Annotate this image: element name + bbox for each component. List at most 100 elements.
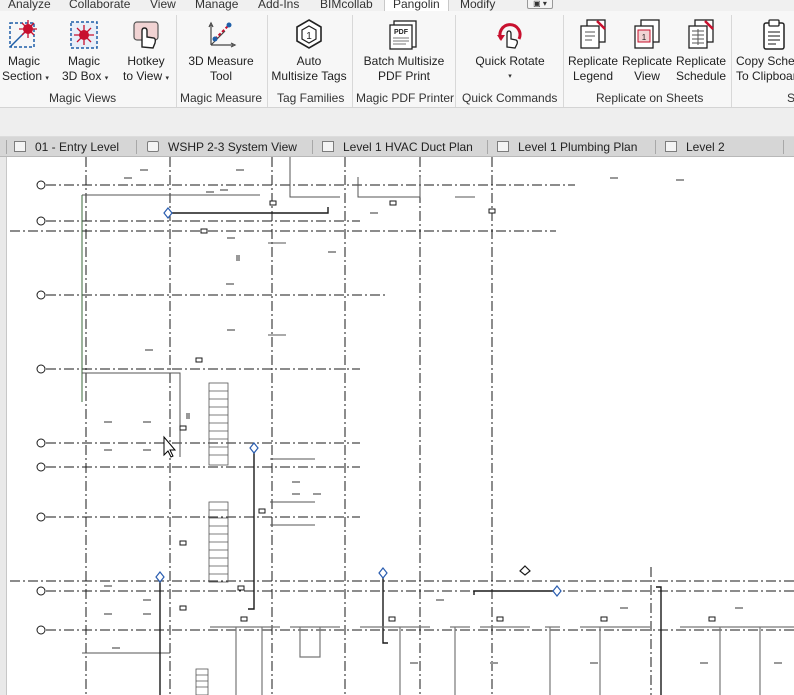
magic-section-button[interactable]: Magic Section ▾ (2, 17, 49, 86)
replicate-view-label-2: View (634, 69, 660, 83)
duct-marker-icon[interactable] (249, 442, 259, 454)
tag-box[interactable] (240, 616, 248, 622)
3d-measure-tool-button[interactable]: 3D Measure Tool (186, 17, 256, 84)
grid-bubble[interactable] (36, 462, 46, 472)
wall-line[interactable] (289, 157, 340, 198)
duct-marker-icon[interactable] (552, 585, 562, 597)
replicate-schedule-button[interactable]: Replicate Schedule (674, 17, 728, 84)
batch-pdf-print-icon: PDF (389, 20, 417, 50)
tag-box[interactable] (179, 540, 187, 546)
auto-multisize-tags-icon: 1 (296, 19, 322, 49)
tab-modify[interactable]: Modify (460, 0, 495, 11)
grid-bubble[interactable] (36, 364, 46, 374)
floor-plan-icon (497, 141, 509, 152)
tab-divider (487, 140, 488, 154)
tab-view[interactable]: View (150, 0, 176, 11)
tag-box[interactable] (179, 425, 187, 431)
duct-run[interactable] (168, 207, 329, 214)
view-tab-entry-level[interactable]: 01 - Entry Level (14, 137, 119, 156)
svg-text:1: 1 (306, 31, 312, 42)
grid-bubble[interactable] (36, 625, 46, 635)
grid-bubble[interactable] (36, 290, 46, 300)
group-divider (455, 15, 456, 107)
wall-line[interactable] (357, 177, 421, 198)
view-tab-hvac-duct-plan[interactable]: Level 1 HVAC Duct Plan (322, 137, 473, 156)
tab-collaborate[interactable]: Collaborate (69, 0, 130, 11)
duct-marker-icon[interactable] (163, 207, 173, 219)
group-label-magic-measure: Magic Measure (180, 91, 263, 105)
view-tab-plumbing-plan[interactable]: Level 1 Plumbing Plan (497, 137, 637, 156)
floor-plan-drawing[interactable] (0, 157, 794, 695)
tag-box[interactable] (179, 605, 187, 611)
view-tab-level-2[interactable]: Level 2 (665, 137, 725, 156)
duct-run[interactable] (382, 573, 388, 644)
duct-run[interactable] (473, 590, 557, 595)
floor-plan-icon (14, 141, 26, 152)
batch-pdf-print-button[interactable]: PDF Batch Multisize PDF Print (360, 17, 448, 84)
grid-bubble[interactable] (36, 180, 46, 190)
tab-pangolin[interactable]: Pangolin (384, 0, 449, 11)
drawing-canvas[interactable] (0, 157, 794, 695)
hotkey-to-view-button[interactable]: Hotkey to View ▾ (120, 17, 172, 86)
replicate-schedule-label-2: Schedule (675, 69, 727, 83)
magic-section-icon (9, 20, 37, 48)
view-tab-label: Level 1 HVAC Duct Plan (343, 140, 473, 154)
hotkey-to-view-icon (133, 21, 159, 49)
stair[interactable] (195, 382, 229, 695)
tag-box[interactable] (195, 357, 203, 363)
grid-bubble[interactable] (36, 512, 46, 522)
auto-tags-label-2: Multisize Tags (271, 69, 347, 83)
copy-schedule-label-1: Copy Schedule (736, 54, 794, 68)
replicate-view-button[interactable]: 1 Replicate View (620, 17, 674, 84)
tab-manage[interactable]: Manage (195, 0, 238, 11)
chevron-down-icon: ▾ (165, 75, 169, 82)
grid-bubble[interactable] (36, 438, 46, 448)
fixture[interactable] (268, 242, 286, 336)
tab-analyze[interactable]: Analyze (8, 0, 51, 11)
group-divider (352, 15, 353, 107)
magic-3d-box-label-1: Magic (67, 54, 100, 68)
duct-run[interactable] (656, 586, 662, 695)
replicate-legend-button[interactable]: Replicate Legend (566, 17, 620, 84)
copy-schedule-label-2: To Clipboard (736, 69, 794, 83)
duct-marker-icon[interactable] (378, 567, 388, 579)
tag-box[interactable] (237, 585, 245, 591)
batch-pdf-label-1: Batch Multisize (363, 54, 445, 68)
left-scroll-edge[interactable] (0, 157, 7, 695)
fixture[interactable] (270, 458, 315, 526)
tag-box[interactable] (389, 200, 397, 206)
quick-rotate-button[interactable]: Quick Rotate ▾ (470, 17, 550, 84)
grid-bubble[interactable] (36, 216, 46, 226)
tag-box[interactable] (269, 200, 277, 206)
duct-run[interactable] (248, 448, 255, 610)
tag-box[interactable] (496, 616, 504, 622)
quick-access-dropdown-button[interactable]: ▣ ▾ (527, 0, 553, 9)
replicate-view-icon: 1 (634, 19, 660, 49)
3d-measure-icon (208, 21, 237, 48)
view-tab-label: WSHP 2-3 System View (168, 140, 297, 154)
tag-box[interactable] (708, 616, 716, 622)
view-tab-label: Level 2 (686, 140, 725, 154)
tag-box[interactable] (488, 208, 496, 214)
view-tab-wshp-system-view[interactable]: WSHP 2-3 System View (147, 137, 297, 156)
tab-divider (136, 140, 137, 154)
tab-bimcollab[interactable]: BIMcollab (320, 0, 373, 11)
tag-box[interactable] (258, 508, 266, 514)
quick-rotate-icon (497, 23, 522, 49)
tab-divider (655, 140, 656, 154)
tag-box[interactable] (600, 616, 608, 622)
chevron-down-icon: ▾ (508, 73, 512, 80)
hotkey-label-2: to View ▾ (123, 69, 169, 83)
tag-box[interactable] (388, 616, 396, 622)
grid-bubble[interactable] (36, 586, 46, 596)
group-divider (267, 15, 268, 107)
duct-marker-icon[interactable] (519, 565, 531, 576)
magic-3d-box-button[interactable]: Magic 3D Box ▾ (62, 17, 108, 86)
copy-schedule-clipboard-button[interactable]: Copy Schedule To Clipboard (736, 17, 794, 84)
ribbon-panel: Magic Section ▾ Magic 3D Box ▾ Hotkey to… (0, 11, 794, 108)
auto-multisize-tags-button[interactable]: 1 Auto Multisize Tags (270, 17, 348, 84)
pipe-run[interactable] (210, 626, 794, 695)
magic-3d-box-icon (70, 21, 98, 49)
tag-box[interactable] (200, 228, 208, 234)
tab-add-ins[interactable]: Add-Ins (258, 0, 299, 11)
